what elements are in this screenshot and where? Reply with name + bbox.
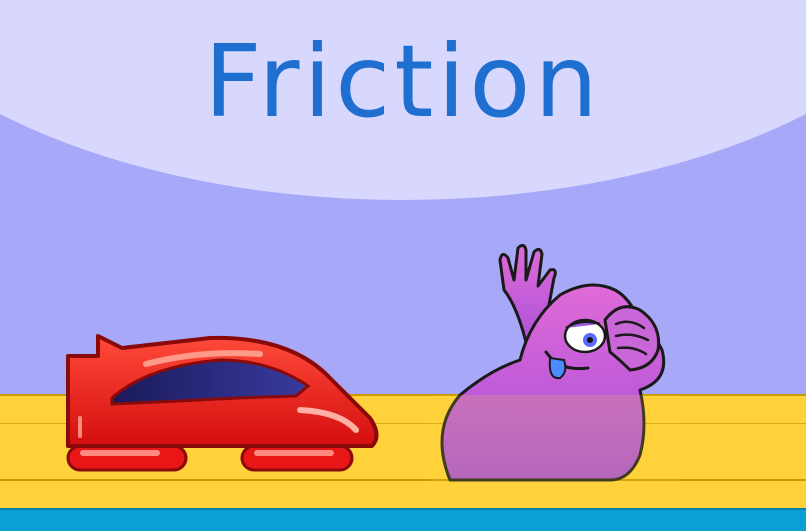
red-car-icon [66,334,379,472]
page-title: Friction [204,23,602,140]
game-scene: Friction [0,0,806,531]
track-base-strip [0,508,806,531]
purple-creature-icon [430,243,680,485]
